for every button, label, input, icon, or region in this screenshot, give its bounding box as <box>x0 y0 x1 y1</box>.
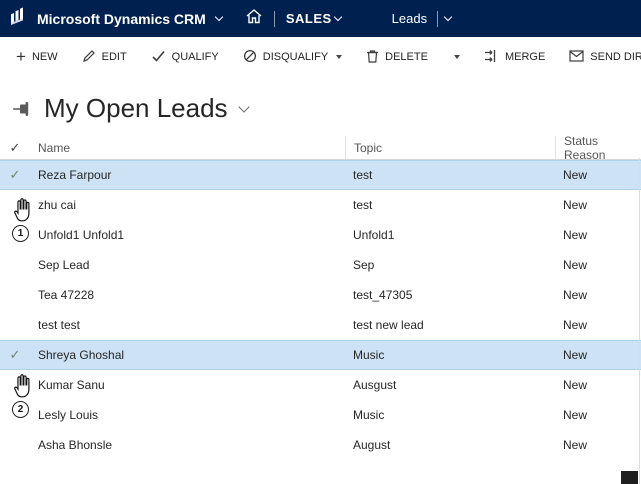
select-all-checkbox[interactable]: ✓ <box>0 136 30 159</box>
row-checkbox[interactable]: ✓ <box>0 310 30 340</box>
row-checkbox[interactable]: ✓ <box>0 370 30 400</box>
envelope-icon <box>569 50 584 65</box>
cell-name[interactable]: Sep Lead <box>30 250 345 280</box>
table-row[interactable]: ✓ test test test new lead New <box>0 310 641 340</box>
chevron-down-icon <box>444 13 452 21</box>
nav-area-sales[interactable]: SALES <box>286 11 343 26</box>
cell-status: New <box>555 220 641 250</box>
cell-status: New <box>555 341 641 369</box>
table-row[interactable]: ✓ zhu cai test New <box>0 190 641 220</box>
command-bar: + NEW EDIT QUALIFY DISQUALIFY <box>0 37 641 77</box>
disqualify-button[interactable]: DISQUALIFY <box>243 49 342 66</box>
cell-name[interactable]: Lesly Louis <box>30 400 345 430</box>
cell-name[interactable]: Tea 47228 <box>30 280 345 310</box>
cell-status: New <box>555 250 641 280</box>
cell-name[interactable]: Shreya Ghoshal <box>30 341 345 369</box>
chevron-down-icon[interactable] <box>215 13 223 21</box>
cell-topic: test <box>345 161 555 189</box>
pencil-icon <box>82 49 96 66</box>
table-row[interactable]: ✓ Sep Lead Sep New <box>0 250 641 280</box>
cell-status: New <box>555 161 641 189</box>
cell-topic: Music <box>345 341 555 369</box>
cell-name[interactable]: Asha Bhonsle <box>30 430 345 460</box>
plus-icon: + <box>16 48 26 65</box>
cell-status: New <box>555 430 641 460</box>
cell-name[interactable]: Reza Farpour <box>30 161 345 189</box>
merge-icon <box>484 49 499 66</box>
table-row[interactable]: ✓ Reza Farpour test New <box>0 160 641 190</box>
table-row[interactable]: ✓ Tea 47228 test_47305 New <box>0 280 641 310</box>
cell-name[interactable]: Kumar Sanu <box>30 370 345 400</box>
cell-topic: Unfold1 <box>345 220 555 250</box>
table-row[interactable]: ✓ Shreya Ghoshal Music New <box>0 340 641 370</box>
table-row[interactable]: ✓ Lesly Louis Music New <box>0 400 641 430</box>
cell-status: New <box>555 310 641 340</box>
page-title: My Open Leads <box>44 93 228 124</box>
leads-grid: ✓ Name Topic Status Reason ✓ Reza Farpou… <box>0 136 641 460</box>
table-row[interactable]: ✓ Asha Bhonsle August New <box>0 430 641 460</box>
app-title[interactable]: Microsoft Dynamics CRM <box>37 11 206 27</box>
column-header-name[interactable]: Name <box>30 136 345 159</box>
grid-right-border <box>639 158 640 484</box>
cell-name[interactable]: zhu cai <box>30 190 345 220</box>
cell-topic: Sep <box>345 250 555 280</box>
scrollbar-thumb[interactable] <box>621 471 638 484</box>
grid-header-row: ✓ Name Topic Status Reason <box>0 136 641 160</box>
nav-entity-leads[interactable]: Leads <box>392 11 453 27</box>
grid-body: ✓ Reza Farpour test New ✓ zhu cai test N… <box>0 160 641 460</box>
cell-name[interactable]: Unfold1 Unfold1 <box>30 220 345 250</box>
check-icon: ✓ <box>10 140 21 156</box>
top-navigation-bar: Microsoft Dynamics CRM SALES Leads <box>0 0 641 37</box>
cell-topic: Ausgust <box>345 370 555 400</box>
table-row[interactable]: ✓ Unfold1 Unfold1 Unfold1 New <box>0 220 641 250</box>
column-header-status[interactable]: Status Reason <box>555 136 641 159</box>
view-header: My Open Leads <box>0 77 641 136</box>
cell-topic: test <box>345 190 555 220</box>
row-checkbox[interactable]: ✓ <box>0 220 30 250</box>
row-checkbox[interactable]: ✓ <box>0 430 30 460</box>
row-checkbox[interactable]: ✓ <box>0 250 30 280</box>
dropdown-caret-icon <box>336 55 342 59</box>
cell-status: New <box>555 370 641 400</box>
cell-status: New <box>555 400 641 430</box>
home-icon[interactable] <box>245 7 263 30</box>
delete-button[interactable]: DELETE <box>366 49 428 66</box>
merge-button[interactable]: MERGE <box>484 49 545 66</box>
cell-topic: test_47305 <box>345 280 555 310</box>
delete-more-button[interactable] <box>452 55 460 59</box>
send-direct-email-button[interactable]: SEND DIRECT EMAIL <box>569 50 641 65</box>
cell-status: New <box>555 190 641 220</box>
row-check-icon: ✓ <box>10 167 21 183</box>
nav-separator <box>274 11 275 27</box>
cell-topic: test new lead <box>345 310 555 340</box>
row-checkbox[interactable]: ✓ <box>0 400 30 430</box>
edit-button[interactable]: EDIT <box>82 49 127 66</box>
row-checkbox[interactable]: ✓ <box>0 190 30 220</box>
nav-separator <box>437 11 438 27</box>
row-checkbox[interactable]: ✓ <box>0 341 30 369</box>
qualify-check-icon <box>151 49 166 66</box>
dynamics-logo-icon <box>8 6 28 31</box>
cell-topic: August <box>345 430 555 460</box>
cell-name[interactable]: test test <box>30 310 345 340</box>
table-row[interactable]: ✓ Kumar Sanu Ausgust New <box>0 370 641 400</box>
cell-status: New <box>555 280 641 310</box>
qualify-button[interactable]: QUALIFY <box>151 49 219 66</box>
disqualify-icon <box>243 49 257 66</box>
row-check-icon: ✓ <box>10 347 21 363</box>
trash-icon <box>366 49 379 66</box>
column-header-topic[interactable]: Topic <box>345 136 555 159</box>
pin-icon[interactable] <box>12 96 32 121</box>
view-selector-chevron-icon[interactable] <box>238 101 249 112</box>
row-checkbox[interactable]: ✓ <box>0 161 30 189</box>
dropdown-caret-icon <box>454 55 460 59</box>
chevron-down-icon <box>333 13 341 21</box>
new-button[interactable]: + NEW <box>16 50 58 65</box>
row-checkbox[interactable]: ✓ <box>0 280 30 310</box>
cell-topic: Music <box>345 400 555 430</box>
